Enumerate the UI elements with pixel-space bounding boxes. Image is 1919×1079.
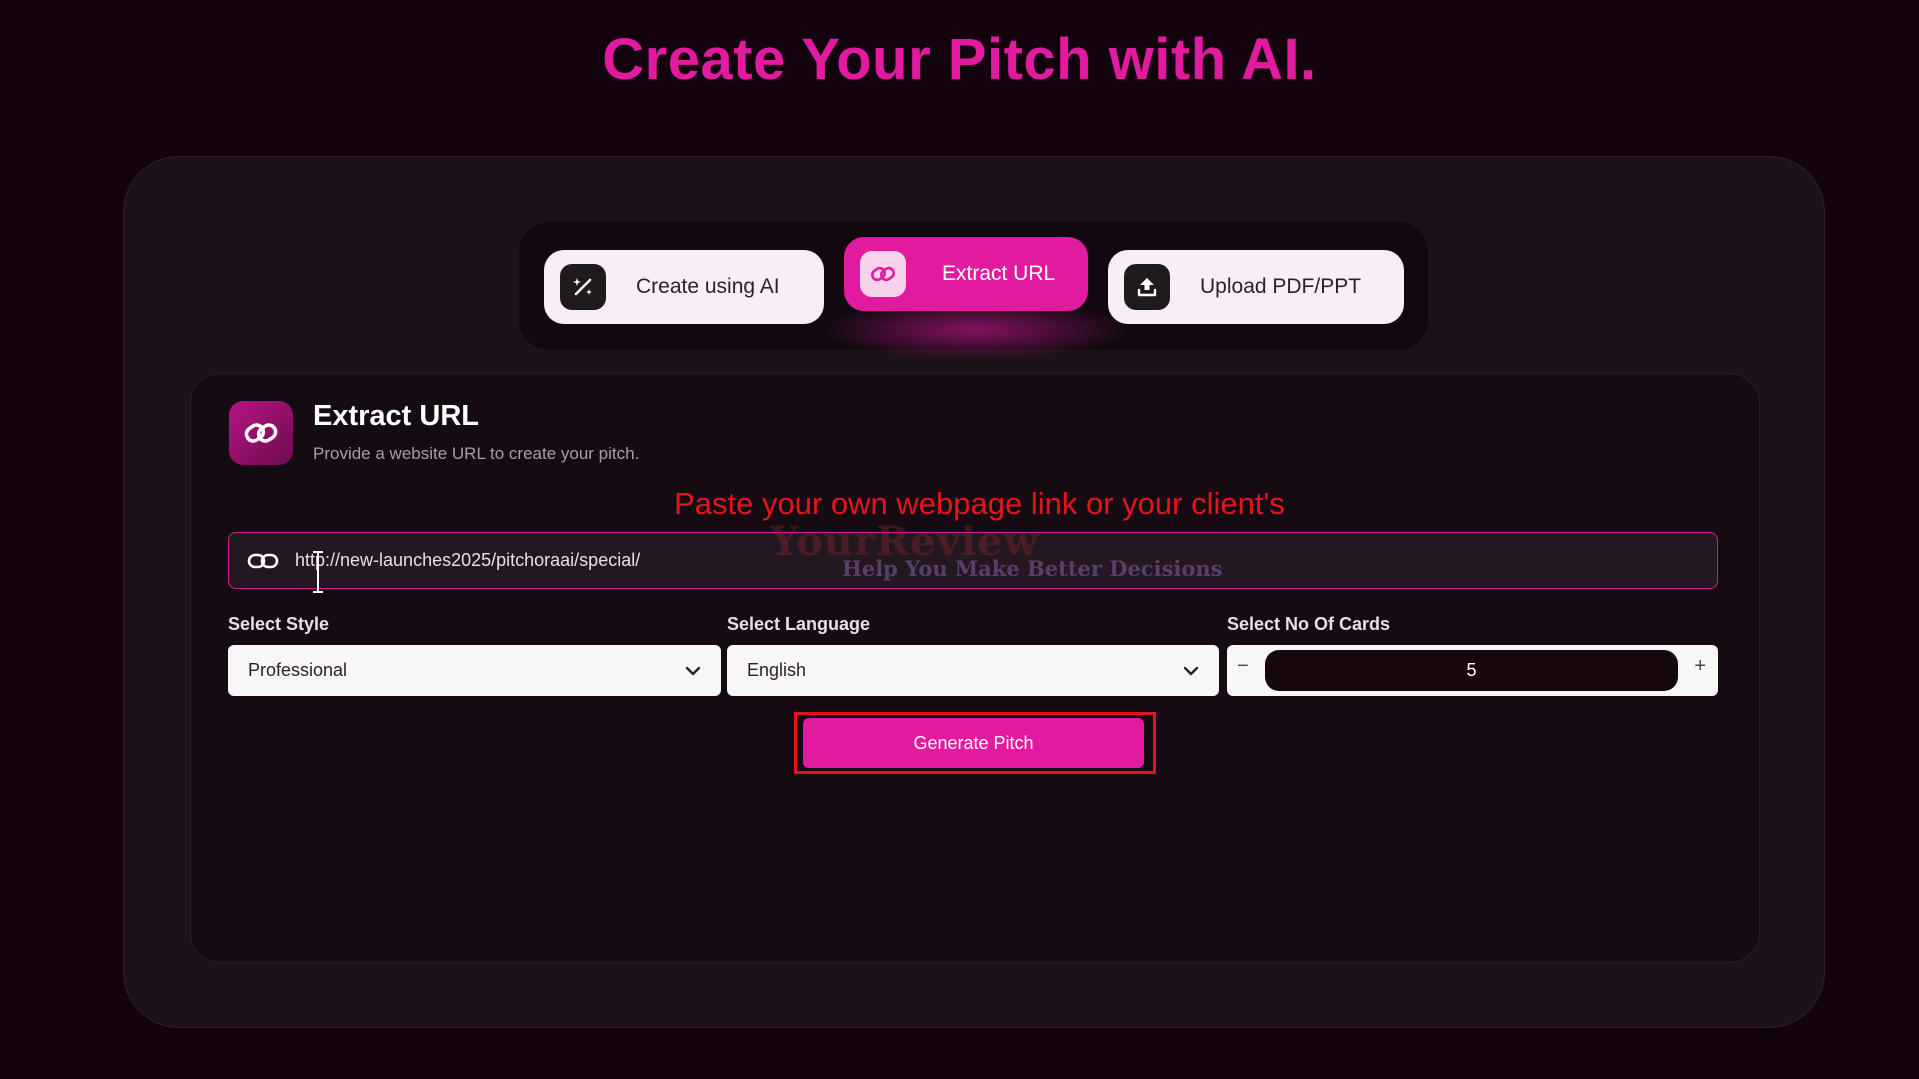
section-title: Extract URL <box>313 400 479 432</box>
style-label: Select Style <box>228 614 330 634</box>
generate-pitch-button[interactable]: Generate Pitch <box>803 718 1144 768</box>
magic-wand-icon <box>560 264 606 310</box>
chevron-down-icon <box>685 666 701 676</box>
cards-stepper: − 5 + <box>1227 645 1718 696</box>
cards-count[interactable]: 5 <box>1265 650 1678 691</box>
link-icon <box>229 401 293 465</box>
link-icon <box>860 251 906 297</box>
url-input[interactable] <box>293 549 1717 572</box>
chevron-down-icon <box>1183 666 1199 676</box>
cards-label: Select No Of Cards <box>1227 614 1391 634</box>
text-cursor-icon <box>310 550 326 599</box>
increment-button[interactable]: + <box>1694 655 1706 678</box>
style-select[interactable]: Professional <box>228 645 721 696</box>
section-subtitle: Provide a website URL to create your pit… <box>313 444 640 463</box>
tab-create-using-ai[interactable]: Create using AI <box>544 250 824 324</box>
tab-label: Upload PDF/PPT <box>1200 275 1362 298</box>
decrement-button[interactable]: − <box>1237 655 1249 678</box>
upload-icon <box>1124 264 1170 310</box>
language-select[interactable]: English <box>727 645 1219 696</box>
url-field[interactable] <box>228 532 1718 589</box>
page-title: Create Your Pitch with AI. <box>602 27 1317 92</box>
link-icon <box>247 551 281 571</box>
style-value: Professional <box>248 660 348 680</box>
tab-extract-url[interactable]: Extract URL <box>844 237 1088 311</box>
tab-upload-pdf-ppt[interactable]: Upload PDF/PPT <box>1108 250 1404 324</box>
language-label: Select Language <box>727 614 871 634</box>
language-value: English <box>747 660 807 680</box>
tab-label: Create using AI <box>636 275 780 298</box>
tab-label: Extract URL <box>942 262 1056 285</box>
annotation-caption: Paste your own webpage link or your clie… <box>674 486 1285 521</box>
